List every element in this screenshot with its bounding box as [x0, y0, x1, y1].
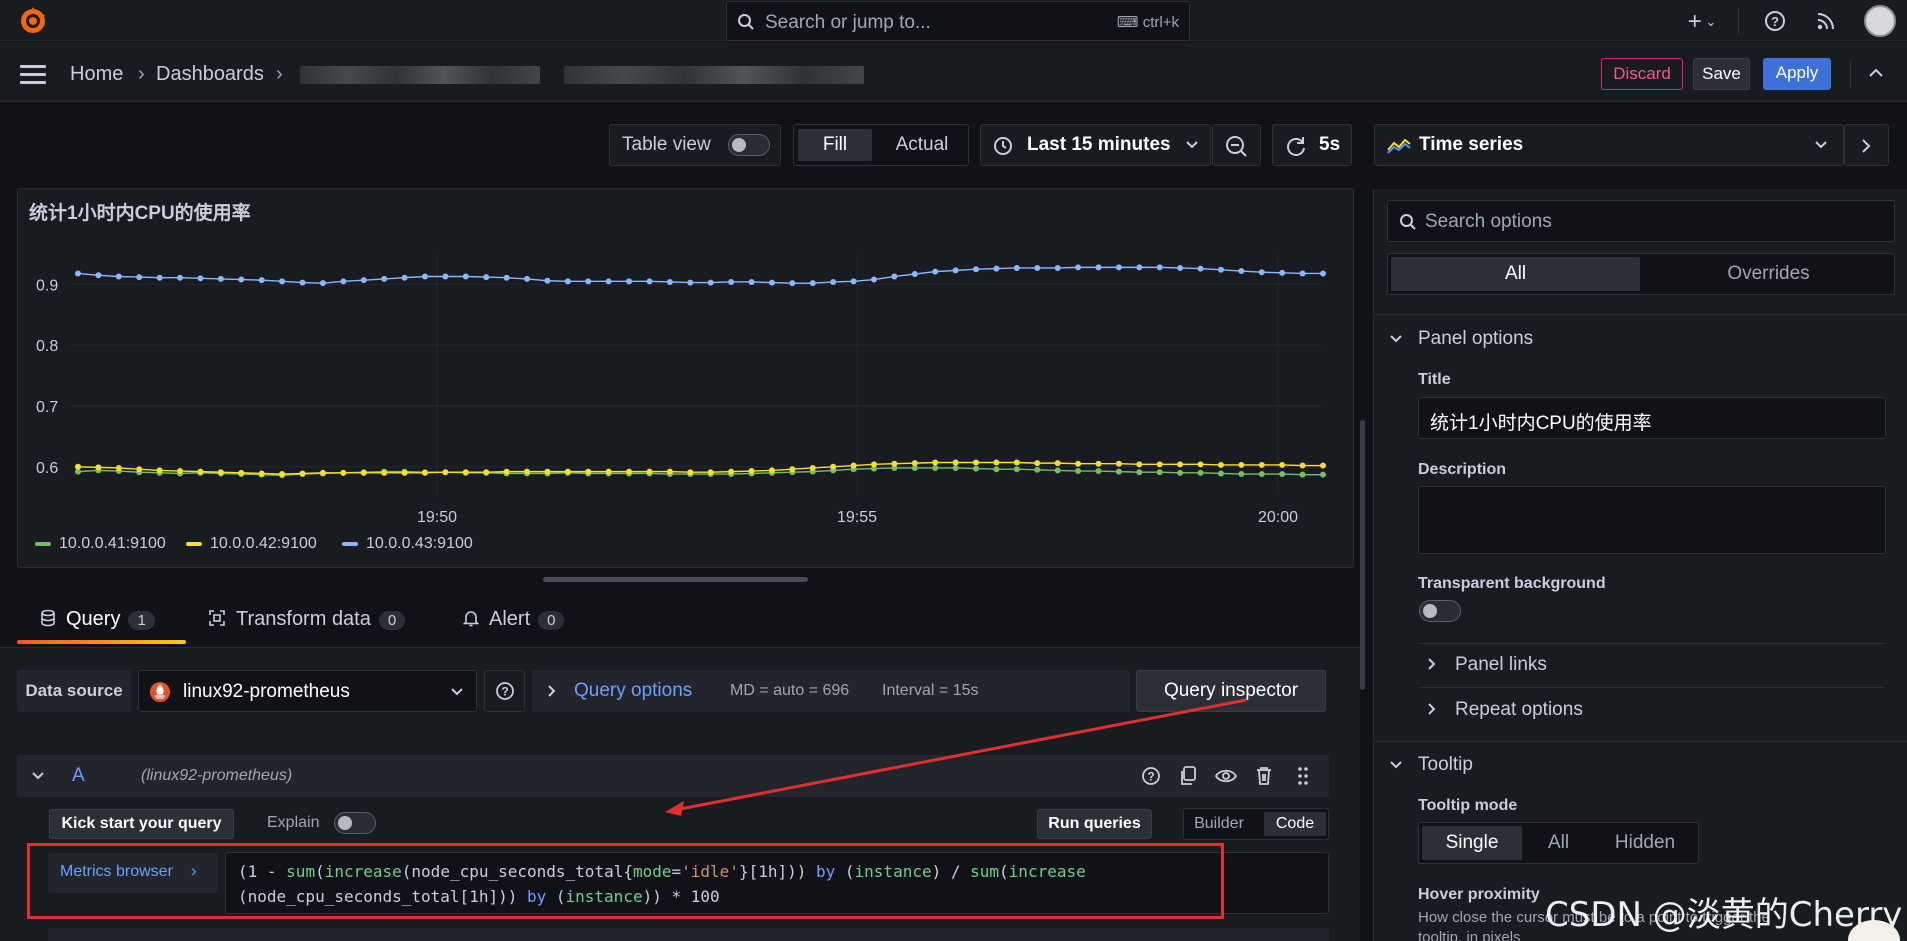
options-row [48, 928, 1329, 941]
repeat-options-header[interactable]: Repeat options [1455, 699, 1583, 721]
viz-expand-button[interactable] [1844, 124, 1889, 166]
tab-overrides[interactable]: Overrides [1644, 257, 1893, 291]
description-textarea[interactable] [1418, 486, 1886, 554]
divider [1850, 60, 1851, 88]
tab-all[interactable]: All [1391, 257, 1640, 291]
chevron-up-icon[interactable] [1868, 67, 1884, 79]
panel-links-header[interactable]: Panel links [1455, 654, 1547, 676]
divider [1374, 314, 1907, 315]
chevron-right-icon[interactable] [1428, 658, 1436, 670]
divider [1738, 8, 1739, 34]
tooltip-mode-label: Tooltip mode [1418, 797, 1518, 814]
chevron-down-icon[interactable] [1390, 335, 1402, 343]
tooltip-hidden[interactable]: Hidden [1595, 826, 1695, 860]
svg-text:?: ? [1771, 14, 1779, 29]
new-menu[interactable]: + ⌄ [1681, 8, 1723, 35]
search-icon [1400, 214, 1416, 230]
tooltip-mode-group: Single All Hidden [1418, 822, 1699, 864]
tooltip-single[interactable]: Single [1422, 826, 1522, 860]
viz-picker[interactable]: Time series [1374, 124, 1844, 166]
chevron-right-icon [1862, 139, 1871, 153]
options-tabs: All Overrides [1387, 253, 1895, 295]
options-search-placeholder: Search options [1425, 211, 1552, 232]
annotation-arrow [665, 698, 1247, 816]
avatar[interactable] [1864, 5, 1896, 37]
title-input[interactable]: 统计1小时内CPU的使用率 [1418, 397, 1886, 439]
description-label: Description [1418, 461, 1507, 478]
title-input-value: 统计1小时内CPU的使用率 [1430, 413, 1652, 434]
scrollbar[interactable] [1360, 420, 1365, 690]
transparent-label: Transparent background [1418, 575, 1606, 592]
divider [1418, 687, 1886, 688]
apply-button[interactable]: Apply [1763, 58, 1831, 90]
options-search[interactable]: Search options [1387, 200, 1895, 242]
divider [1418, 643, 1886, 644]
chevron-down-icon[interactable] [1390, 761, 1402, 769]
save-button[interactable]: Save [1693, 58, 1750, 90]
chevron-right-icon[interactable] [1428, 703, 1436, 715]
hover-proximity-label: Hover proximity [1418, 886, 1540, 903]
panel-options-header[interactable]: Panel options [1418, 328, 1533, 350]
tooltip-all[interactable]: All [1526, 826, 1591, 860]
viz-type-label: Time series [1419, 134, 1524, 155]
chevron-down-icon [1815, 141, 1827, 149]
rss-icon[interactable] [1816, 11, 1836, 31]
help-icon[interactable]: ? [1764, 10, 1786, 32]
chevron-down-icon: ⌄ [1701, 14, 1717, 29]
time-series-icon [1387, 138, 1411, 154]
plus-icon: + [1687, 8, 1702, 35]
transparent-toggle[interactable] [1419, 600, 1461, 622]
divider [1374, 741, 1907, 742]
discard-button[interactable]: Discard [1601, 58, 1683, 90]
tooltip-header[interactable]: Tooltip [1418, 754, 1473, 776]
watermark: CSDN @淡黄的Cherry [1545, 895, 1903, 935]
title-label: Title [1418, 371, 1451, 388]
hover-proximity-desc: tooltip, in pixels [1418, 929, 1521, 941]
